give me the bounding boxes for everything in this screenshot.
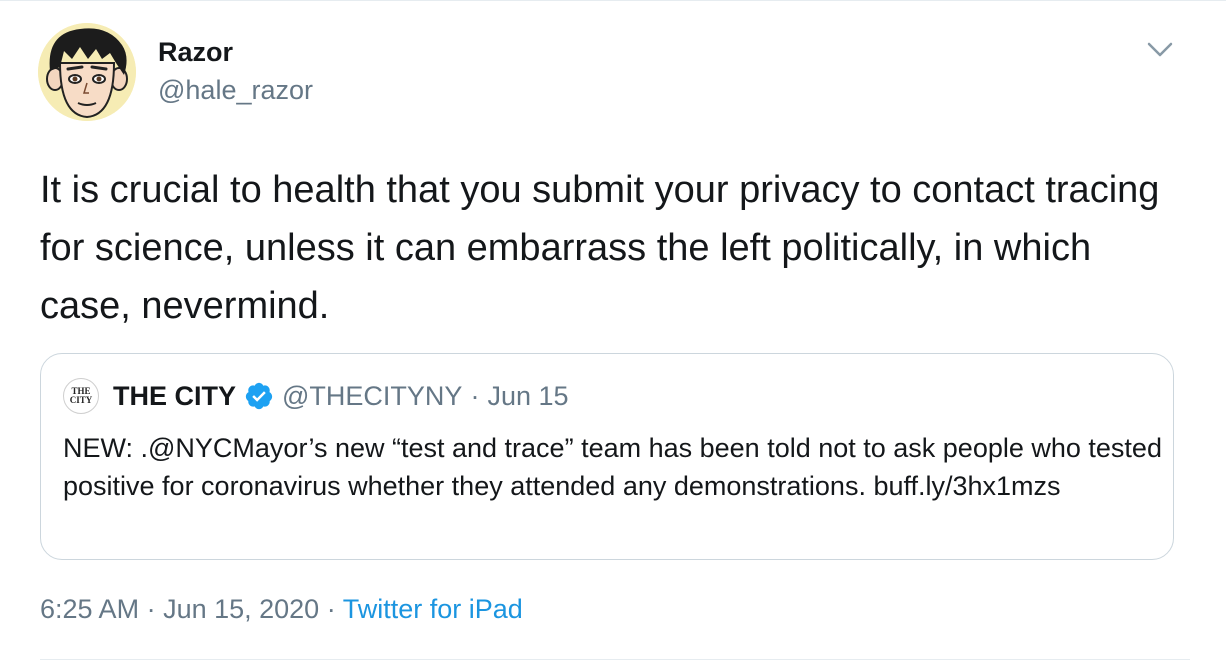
tweet-time[interactable]: 6:25 AM [40,594,139,624]
quoted-author-avatar[interactable]: THE CITY [63,378,99,414]
quoted-tweet-header: THE CITY @THECITYNY · Jun 15 [113,378,569,414]
author-handle[interactable]: @hale_razor [158,75,313,106]
quoted-tweet[interactable]: THE CITY THE CITY @THECITYNY · Jun 15 NE… [40,353,1174,560]
tweet-meta: 6:25 AM · Jun 15, 2020 · Twitter for iPa… [40,591,523,627]
quoted-tweet-text: NEW: .@NYCMayor’s new “test and trace” t… [63,433,1162,501]
verified-badge-icon [245,382,273,410]
quoted-author-handle[interactable]: @THECITYNY [282,378,462,414]
tweet-date[interactable]: Jun 15, 2020 [163,594,319,624]
tweet-card: Razor @hale_razor It is crucial to healt… [0,0,1226,660]
meta-separator: · [319,594,343,624]
tweet-text: It is crucial to health that you submit … [40,169,1160,327]
meta-separator: · [139,594,164,624]
tweet-source-link[interactable]: Twitter for iPad [343,594,523,624]
quoted-author-name[interactable]: THE CITY [113,378,236,414]
quoted-avatar-logo-bottom: CITY [69,395,93,405]
quoted-date[interactable]: Jun 15 [487,378,568,414]
cartoon-face-icon [38,23,136,121]
author-display-name[interactable]: Razor [158,37,233,68]
quoted-separator: · [470,381,480,411]
author-avatar[interactable] [38,23,136,121]
chevron-down-icon[interactable] [1146,39,1174,61]
